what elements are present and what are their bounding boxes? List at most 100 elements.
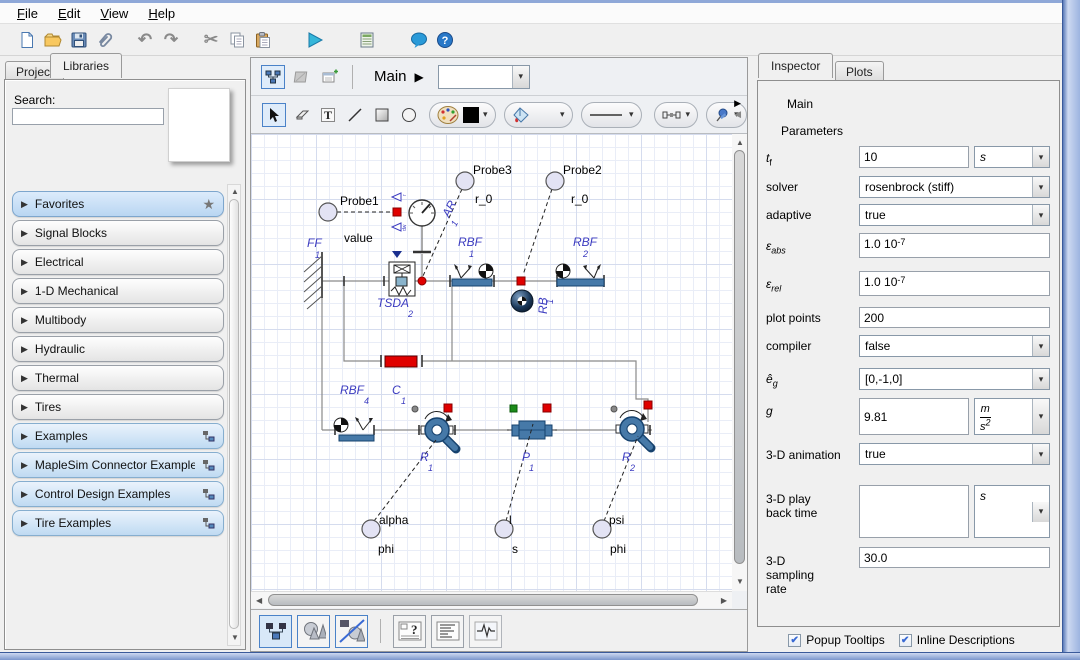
component-rbf1[interactable]	[452, 264, 493, 286]
component-r2[interactable]	[616, 411, 651, 448]
library-item-maplesim-connector-examples[interactable]: ▶MapleSim Connector Examples	[12, 452, 224, 478]
component-c1[interactable]	[385, 356, 417, 367]
expander-icon[interactable]: ▶	[21, 373, 28, 384]
popup-tooltips-checkbox[interactable]: ✔	[788, 634, 801, 647]
menu-help[interactable]: Help	[139, 4, 184, 23]
probe-alpha-node[interactable]	[362, 520, 380, 538]
expander-icon[interactable]: ▶	[21, 228, 28, 239]
expander-icon[interactable]: ▶	[21, 402, 28, 413]
ellipse-tool[interactable]	[397, 103, 421, 127]
probe1-node[interactable]	[319, 203, 337, 221]
scroll-down-icon[interactable]: ▼	[736, 578, 744, 586]
param-g-input[interactable]	[859, 398, 969, 435]
param-playback-unit-select[interactable]: s▾	[974, 485, 1050, 538]
rectangle-tool[interactable]	[370, 103, 394, 127]
port-layout-control[interactable]: ▾	[654, 102, 699, 128]
undo-button[interactable]: ↶	[132, 27, 158, 53]
redo-button[interactable]: ↷	[158, 27, 184, 53]
expander-icon[interactable]: ▶	[21, 286, 28, 297]
expander-icon[interactable]: ▶	[21, 431, 28, 442]
diagram-view-button[interactable]	[261, 65, 285, 89]
signal-manager-button[interactable]	[469, 615, 502, 648]
tab-libraries[interactable]: Libraries	[50, 53, 122, 78]
line-tool[interactable]	[343, 103, 367, 127]
library-item-electrical[interactable]: ▶Electrical	[12, 249, 224, 275]
library-scrollbar[interactable]: ▲ ▼	[227, 184, 241, 646]
tab-inspector[interactable]: Inspector	[758, 53, 833, 78]
breadcrumb[interactable]: Main	[374, 68, 407, 85]
connection-dot[interactable]	[418, 277, 426, 285]
library-item-tires[interactable]: ▶Tires	[12, 394, 224, 420]
sensor-gauge[interactable]: r dw	[392, 193, 435, 252]
connection-square[interactable]	[517, 277, 525, 285]
library-item-favorites[interactable]: ▶ Favorites ★	[12, 191, 224, 217]
component-rbf2[interactable]	[556, 264, 604, 286]
library-item-signal-blocks[interactable]: ▶Signal Blocks	[12, 220, 224, 246]
param-solver-select[interactable]: rosenbrock (stiff)▾	[859, 176, 1050, 198]
overflow-right-icon[interactable]: ▶	[734, 98, 741, 109]
probe-port-square[interactable]	[393, 208, 401, 216]
menu-file[interactable]: File	[8, 4, 47, 23]
search-input[interactable]	[12, 108, 164, 125]
add-subsystem-button[interactable]	[317, 65, 341, 89]
menu-view[interactable]: View	[91, 4, 137, 23]
param-eps-rel-input[interactable]: 1.0 10-7	[859, 271, 1050, 296]
canvas-vscrollbar[interactable]: ▲ ▼	[732, 134, 747, 591]
expander-icon[interactable]: ▶	[21, 518, 28, 529]
canvas-hscrollbar[interactable]: ◀ ▶	[251, 591, 732, 608]
param-g-unit-select[interactable]: ms2 ▾	[974, 398, 1050, 435]
help-button[interactable]: ?	[432, 27, 458, 53]
library-item-hydraulic[interactable]: ▶Hydraulic	[12, 336, 224, 362]
param-3d-animation-select[interactable]: true▾	[859, 443, 1050, 465]
param-tf-input[interactable]	[859, 146, 969, 168]
toolbar-overflow[interactable]: ▶ ◀	[734, 98, 741, 120]
canvas-hscrollbar-thumb[interactable]	[268, 594, 698, 606]
library-item-examples[interactable]: ▶Examples	[12, 423, 224, 449]
pen-color-control[interactable]: ▾	[429, 102, 496, 128]
component-rb1[interactable]	[511, 290, 533, 312]
annotations-button[interactable]	[431, 615, 464, 648]
3d-view-mode-button[interactable]	[297, 615, 330, 648]
overflow-left-icon[interactable]: ◀	[734, 109, 741, 120]
inline-descriptions-checkbox[interactable]: ✔	[899, 634, 912, 647]
fixed-frame-ff1[interactable]	[304, 252, 322, 309]
model-description-button[interactable]: ?	[393, 615, 426, 648]
library-item-multibody[interactable]: ▶Multibody	[12, 307, 224, 333]
scroll-up-icon[interactable]: ▲	[231, 188, 239, 196]
comment-button[interactable]	[406, 27, 432, 53]
new-document-button[interactable]	[14, 27, 40, 53]
param-playback-input[interactable]	[859, 485, 969, 538]
scroll-down-icon[interactable]: ▼	[231, 634, 239, 642]
expander-icon[interactable]: ▶	[21, 489, 28, 500]
subsystem-select[interactable]: ▾	[438, 65, 530, 89]
run-simulation-button[interactable]	[302, 27, 328, 53]
param-tf-unit-select[interactable]: s▾	[974, 146, 1050, 168]
library-scrollbar-thumb[interactable]	[229, 199, 239, 629]
expander-icon[interactable]: ▶	[21, 315, 28, 326]
select-tool[interactable]	[262, 103, 286, 127]
param-plot-points-input[interactable]	[859, 307, 1050, 328]
param-eg-select[interactable]: [0,-1,0]▾	[859, 368, 1050, 390]
canvas-vscrollbar-thumb[interactable]	[734, 150, 745, 564]
cut-button[interactable]: ✂	[198, 27, 224, 53]
component-rbf4[interactable]	[334, 417, 374, 441]
paste-button[interactable]	[250, 27, 276, 53]
diagram-view-mode-button[interactable]	[259, 615, 292, 648]
attach-file-button[interactable]	[92, 27, 118, 53]
line-style-control[interactable]: ▾	[581, 102, 642, 128]
expander-icon[interactable]: ▶	[21, 344, 28, 355]
save-button[interactable]	[66, 27, 92, 53]
scroll-right-icon[interactable]: ▶	[721, 597, 727, 605]
open-file-button[interactable]	[40, 27, 66, 53]
show-results-button[interactable]	[354, 27, 380, 53]
param-compiler-select[interactable]: false▾	[859, 335, 1050, 357]
tab-plots[interactable]: Plots	[835, 61, 884, 82]
param-adaptive-select[interactable]: true▾	[859, 204, 1050, 226]
fill-color-control[interactable]: ▾	[504, 102, 573, 128]
library-item-thermal[interactable]: ▶Thermal	[12, 365, 224, 391]
scroll-up-icon[interactable]: ▲	[736, 139, 744, 147]
diagram-canvas[interactable]: r dw	[251, 134, 732, 591]
menu-edit[interactable]: Edit	[49, 4, 89, 23]
component-view-button[interactable]	[289, 65, 313, 89]
library-item-1d-mechanical[interactable]: ▶1-D Mechanical	[12, 278, 224, 304]
